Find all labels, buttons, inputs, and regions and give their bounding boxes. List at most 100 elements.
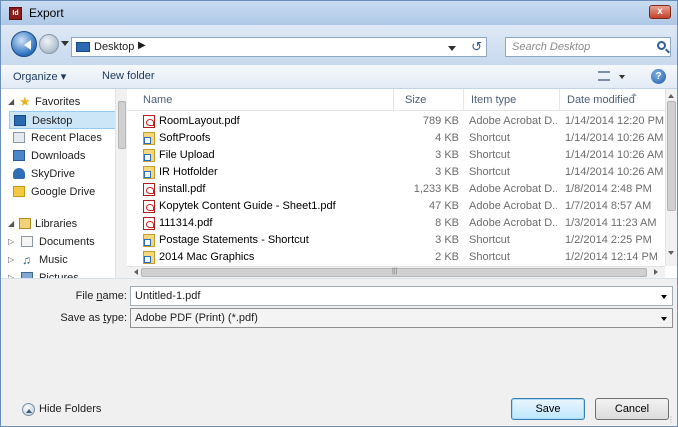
sort-indicator-icon [631, 90, 637, 96]
column-size[interactable]: Size [405, 94, 426, 106]
address-bar[interactable]: Desktop ▶ ↺ [71, 37, 487, 57]
file-row[interactable]: 111314.pdf 8 KB Adobe Acrobat D... 1/3/2… [127, 215, 665, 232]
forward-button[interactable] [39, 34, 59, 54]
file-type: Shortcut [469, 234, 510, 246]
nav-label: Desktop [32, 115, 73, 127]
horizontal-scroll-thumb[interactable]: ||| [141, 268, 647, 277]
file-name: File Upload [159, 149, 215, 161]
nav-label: Documents [39, 236, 95, 248]
file-date: 1/7/2014 8:57 AM [565, 200, 652, 212]
filename-field[interactable]: Untitled-1.pdf [130, 286, 673, 306]
file-type: Adobe Acrobat D... [469, 217, 557, 229]
file-type: Adobe Acrobat D... [469, 200, 557, 212]
horizontal-scrollbar[interactable]: ||| [127, 266, 665, 278]
change-view-icon[interactable] [598, 71, 610, 81]
command-toolbar: Organize ▾ New folder ? [1, 65, 677, 89]
vertical-scroll-thumb[interactable] [667, 101, 676, 211]
nav-favorites[interactable]: ◢ ★ Favorites [5, 93, 115, 111]
nav-google-drive[interactable]: Google Drive [9, 183, 119, 201]
search-icon[interactable] [657, 41, 666, 50]
file-date: 1/14/2014 10:26 AM [565, 132, 664, 144]
file-size: 3 KB [435, 149, 459, 161]
new-folder-button[interactable]: New folder [102, 70, 155, 82]
expand-documents-icon[interactable]: ▷ [8, 233, 14, 251]
file-row[interactable]: install.pdf 1,233 KB Adobe Acrobat D... … [127, 181, 665, 198]
column-separator[interactable] [559, 89, 560, 111]
close-button[interactable]: x [649, 5, 671, 19]
search-input[interactable]: Search Desktop [505, 37, 671, 57]
file-row[interactable]: SoftProofs 4 KB Shortcut 1/14/2014 10:26… [127, 130, 665, 147]
nav-music[interactable]: ▷ ♫ Music [5, 251, 115, 269]
expand-libraries-icon[interactable]: ◢ [8, 215, 14, 233]
organize-button[interactable]: Organize ▾ [13, 70, 66, 83]
file-row[interactable]: 2014 Mac Graphics 2 KB Shortcut 1/2/2014… [127, 249, 665, 266]
recent-places-icon [13, 132, 25, 143]
nav-scrollbar[interactable] [115, 89, 127, 278]
expand-favorites-icon[interactable]: ◢ [8, 93, 14, 111]
address-location[interactable]: Desktop [94, 41, 134, 53]
column-separator[interactable] [463, 89, 464, 111]
recent-locations-dropdown[interactable] [61, 41, 69, 50]
desktop-icon [14, 115, 26, 126]
nav-label: SkyDrive [31, 168, 76, 180]
back-button[interactable] [11, 31, 37, 57]
file-row[interactable]: Kopytek Content Guide - Sheet1.pdf 47 KB… [127, 198, 665, 215]
file-date: 1/14/2014 10:26 AM [565, 166, 664, 178]
column-header: Name Size Item type Date modified [127, 89, 665, 111]
resize-grip-icon[interactable]: ⋮ [667, 415, 675, 424]
collapse-up-icon [22, 403, 35, 416]
scroll-left-icon[interactable] [131, 269, 138, 275]
vertical-scrollbar[interactable] [665, 89, 677, 266]
help-icon[interactable]: ? [651, 69, 666, 84]
scroll-down-icon[interactable] [668, 251, 674, 258]
nav-label: Music [39, 254, 68, 266]
scroll-up-icon[interactable] [668, 91, 674, 98]
view-options-dropdown[interactable] [619, 75, 625, 82]
file-row[interactable]: IR Hotfolder 3 KB Shortcut 1/14/2014 10:… [127, 164, 665, 181]
filename-value[interactable]: Untitled-1.pdf [135, 290, 200, 302]
file-name: RoomLayout.pdf [159, 115, 240, 127]
nav-downloads[interactable]: Downloads [9, 147, 119, 165]
file-size: 47 KB [429, 200, 459, 212]
nav-scroll-thumb[interactable] [118, 101, 126, 149]
nav-desktop[interactable]: Desktop [9, 111, 119, 129]
column-item-type[interactable]: Item type [471, 94, 516, 106]
column-name[interactable]: Name [143, 94, 172, 106]
expand-music-icon[interactable]: ▷ [8, 251, 14, 269]
save-as-type-select[interactable]: Adobe PDF (Print) (*.pdf) [130, 308, 673, 328]
nav-skydrive[interactable]: SkyDrive [9, 165, 119, 183]
save-as-type-label: Save as type: [60, 312, 127, 324]
nav-pictures[interactable]: ▷ Pictures [5, 269, 115, 278]
nav-recent-places[interactable]: Recent Places [9, 129, 119, 147]
file-type: Shortcut [469, 166, 510, 178]
skydrive-icon [13, 168, 25, 179]
filename-dropdown-icon[interactable] [661, 295, 667, 302]
nav-documents[interactable]: ▷ Documents [5, 233, 115, 251]
file-row[interactable]: RoomLayout.pdf 789 KB Adobe Acrobat D...… [127, 113, 665, 130]
refresh-button[interactable]: ↺ [471, 39, 482, 55]
save-as-type-value[interactable]: Adobe PDF (Print) (*.pdf) [135, 312, 258, 324]
window-title: Export [29, 6, 64, 20]
column-separator[interactable] [393, 89, 394, 111]
file-type: Adobe Acrobat D... [469, 183, 557, 195]
scroll-right-icon[interactable] [654, 269, 661, 275]
file-size: 3 KB [435, 234, 459, 246]
file-name: 111314.pdf [159, 217, 213, 229]
column-date-modified[interactable]: Date modified [567, 94, 635, 106]
save-as-type-dropdown-icon[interactable] [661, 317, 667, 324]
address-dropdown-icon[interactable] [448, 46, 456, 55]
file-date: 1/14/2014 12:20 PM [565, 115, 665, 127]
star-icon: ★ [19, 94, 31, 109]
file-size: 789 KB [422, 115, 459, 127]
address-chevron-icon[interactable]: ▶ [138, 40, 146, 51]
expand-pictures-icon[interactable]: ▷ [8, 269, 14, 278]
nav-label: Downloads [31, 150, 86, 162]
file-row[interactable]: Postage Statements - Shortcut 3 KB Short… [127, 232, 665, 249]
file-date: 1/2/2014 12:14 PM [565, 251, 658, 263]
cancel-button[interactable]: Cancel [595, 398, 669, 420]
nav-libraries[interactable]: ◢ Libraries [5, 215, 115, 233]
nav-label: Recent Places [31, 132, 102, 144]
export-dialog: Id Export x Desktop ▶ ↺ Search Desktop O… [0, 0, 678, 427]
file-row[interactable]: File Upload 3 KB Shortcut 1/14/2014 10:2… [127, 147, 665, 164]
save-button[interactable]: Save [511, 398, 585, 420]
